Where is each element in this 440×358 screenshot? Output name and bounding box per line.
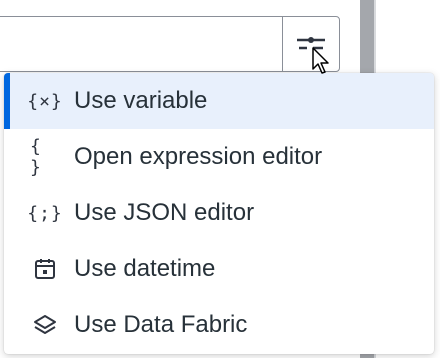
menu-item-label: Open expression editor <box>74 143 323 170</box>
json-icon: {;} <box>27 202 63 224</box>
menu-item-label: Use JSON editor <box>74 199 255 226</box>
layers-icon <box>30 310 60 340</box>
braces-icon: { } <box>30 136 42 178</box>
menu-item-open-expression-editor[interactable]: { } Open expression editor <box>4 129 434 185</box>
calendar-icon <box>30 254 60 284</box>
menu-item-use-variable[interactable]: {×} Use variable <box>4 73 434 129</box>
menu-item-label: Use variable <box>74 87 208 114</box>
value-input[interactable] <box>0 16 286 72</box>
mouse-cursor-icon <box>312 47 329 74</box>
menu-item-use-datetime[interactable]: Use datetime <box>4 241 434 297</box>
menu-item-use-json-editor[interactable]: {;} Use JSON editor <box>4 185 434 241</box>
menu-item-label: Use datetime <box>74 255 216 282</box>
input-mode-menu: {×} Use variable { } Open expression edi… <box>4 73 434 354</box>
menu-item-use-data-fabric[interactable]: Use Data Fabric <box>4 297 434 353</box>
variable-icon: {×} <box>27 90 63 112</box>
menu-item-label: Use Data Fabric <box>74 311 248 338</box>
